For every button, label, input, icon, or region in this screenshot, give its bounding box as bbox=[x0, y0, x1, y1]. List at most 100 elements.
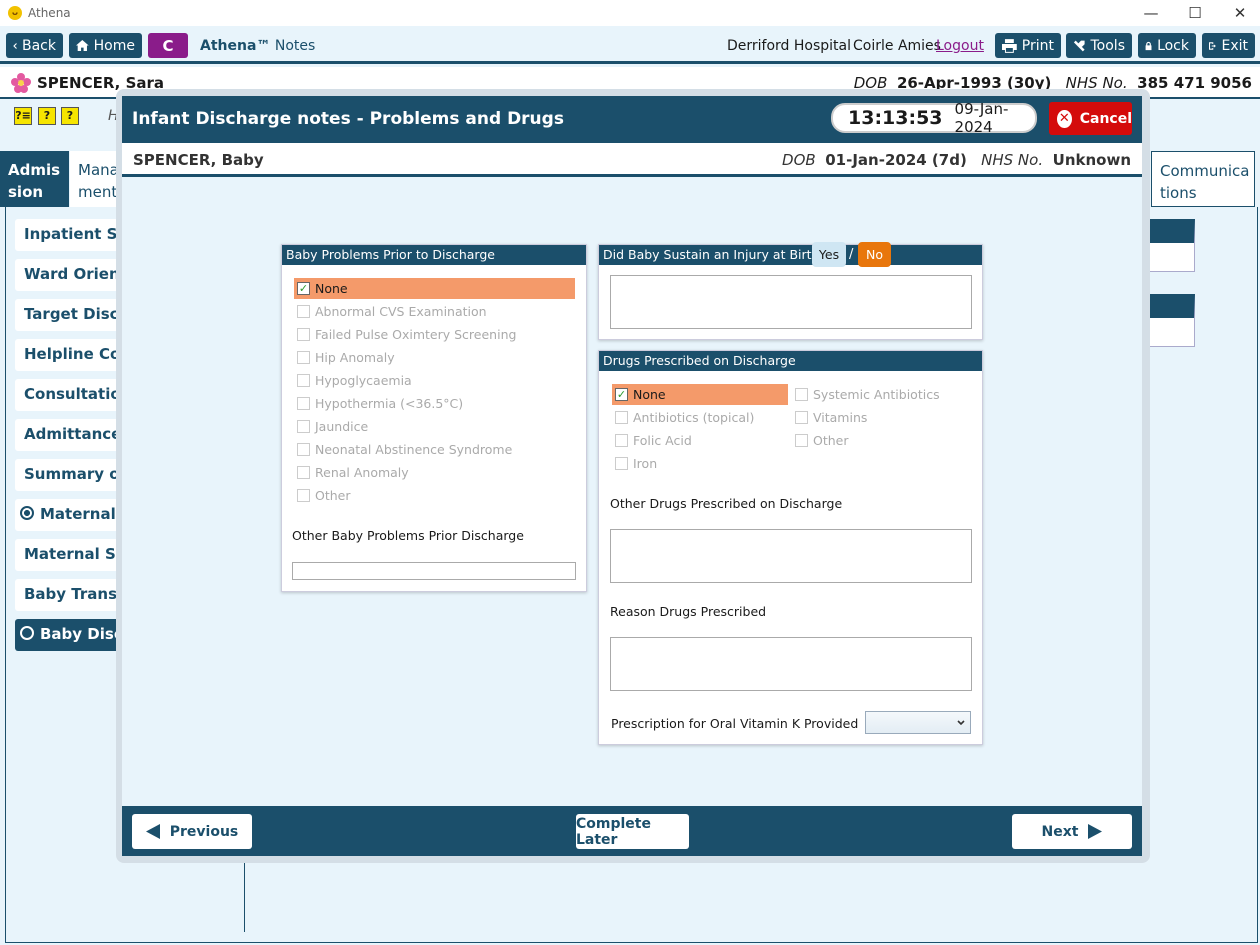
cancel-label: Cancel bbox=[1079, 110, 1132, 127]
checkbox-label: Vitamins bbox=[813, 410, 868, 425]
clock-date: 09-Jan-2024 bbox=[954, 100, 1009, 136]
checkbox-label: Antibiotics (topical) bbox=[633, 410, 755, 425]
drug-none-checkbox[interactable]: ✓ None bbox=[612, 384, 788, 405]
complete-later-button[interactable]: Complete Later bbox=[576, 814, 689, 849]
clock-time: 13:13:53 bbox=[848, 107, 943, 129]
checkbox-label: None bbox=[633, 387, 666, 402]
sidebar-item-label: Maternal Di bbox=[40, 505, 125, 523]
drugs-title: Drugs Prescribed on Discharge bbox=[599, 351, 982, 371]
checkbox-icon bbox=[297, 443, 310, 456]
tab-admission[interactable]: Admis sion bbox=[0, 151, 69, 207]
injury-yes-button[interactable]: Yes bbox=[812, 242, 846, 267]
injury-details-input[interactable] bbox=[610, 275, 972, 329]
modal-title: Infant Discharge notes - Problems and Dr… bbox=[132, 109, 564, 129]
sidebar-item-maternal-self[interactable]: Maternal Self bbox=[15, 539, 125, 571]
exit-label: Exit bbox=[1221, 37, 1248, 54]
tab-management[interactable]: Mana ment bbox=[70, 151, 120, 207]
main-toolbar: Back Home C Athena™ Notes Derriford Hosp… bbox=[0, 26, 1260, 64]
injury-separator: / bbox=[849, 247, 854, 262]
back-label: Back bbox=[22, 37, 56, 54]
baby-dob-nhs: DOB 01-Jan-2024 (7d) NHS No. Unknown bbox=[782, 151, 1131, 169]
problem-failed-pulse-ox-checkbox[interactable]: Failed Pulse Oximtery Screening bbox=[297, 327, 516, 342]
checkbox-label: Other bbox=[315, 488, 351, 503]
checkbox-checked-icon: ✓ bbox=[297, 282, 310, 295]
problem-hypothermia-checkbox[interactable]: Hypothermia (<36.5°C) bbox=[297, 396, 463, 411]
drug-folic-acid-checkbox[interactable]: Folic Acid bbox=[615, 433, 692, 448]
tools-icon bbox=[1073, 40, 1085, 51]
radio-empty-icon bbox=[20, 626, 34, 640]
arrow-left-icon bbox=[145, 824, 160, 839]
lock-button[interactable]: Lock bbox=[1138, 33, 1196, 58]
other-drugs-input[interactable] bbox=[610, 529, 972, 583]
checkbox-label: None bbox=[315, 281, 348, 296]
sidebar-item-baby-transfer[interactable]: Baby Transfer bbox=[15, 579, 125, 611]
checkbox-label: Failed Pulse Oximtery Screening bbox=[315, 327, 517, 342]
baby-problems-title: Baby Problems Prior to Discharge bbox=[282, 245, 586, 265]
checkbox-label: Abnormal CVS Examination bbox=[315, 304, 487, 319]
help-list-icon[interactable]: ?≡ bbox=[14, 107, 32, 125]
back-button[interactable]: Back bbox=[6, 33, 63, 58]
checkbox-icon bbox=[615, 411, 628, 424]
minimize-button[interactable]: — bbox=[1140, 3, 1162, 23]
drug-vitamins-checkbox[interactable]: Vitamins bbox=[795, 410, 867, 425]
checkbox-icon bbox=[615, 434, 628, 447]
other-problems-input[interactable] bbox=[292, 562, 576, 580]
checkbox-label: Iron bbox=[633, 456, 658, 471]
sidebar-item-consultation[interactable]: Consultation I bbox=[15, 379, 125, 411]
problem-none-checkbox[interactable]: ✓ None bbox=[294, 278, 575, 299]
checkbox-icon bbox=[297, 305, 310, 318]
checkbox-icon bbox=[795, 388, 808, 401]
tab-communications[interactable]: Communica tions bbox=[1151, 151, 1255, 207]
previous-button[interactable]: Previous bbox=[132, 814, 252, 849]
help-icon[interactable]: ? bbox=[38, 107, 56, 125]
logout-link[interactable]: Logout bbox=[936, 38, 984, 54]
sidebar-item-ward-orientation[interactable]: Ward Orientat bbox=[15, 259, 125, 291]
problem-other-checkbox[interactable]: Other bbox=[297, 488, 351, 503]
tools-button[interactable]: Tools bbox=[1066, 33, 1132, 58]
radio-checked-icon bbox=[20, 506, 34, 520]
problem-jaundice-checkbox[interactable]: Jaundice bbox=[297, 419, 368, 434]
exit-button[interactable]: Exit bbox=[1202, 33, 1255, 58]
checkbox-label: Hypothermia (<36.5°C) bbox=[315, 396, 464, 411]
sidebar-item-inpatient-stay[interactable]: Inpatient Stay bbox=[15, 219, 125, 251]
athena-logo-icon: ᴗ bbox=[8, 6, 22, 20]
problem-abnormal-cvs-checkbox[interactable]: Abnormal CVS Examination bbox=[297, 304, 487, 319]
injury-title: Did Baby Sustain an Injury at Birth bbox=[599, 245, 982, 265]
c-badge-button[interactable]: C bbox=[148, 33, 188, 58]
home-button[interactable]: Home bbox=[69, 33, 142, 58]
drug-iron-checkbox[interactable]: Iron bbox=[615, 456, 657, 471]
previous-label: Previous bbox=[169, 823, 239, 840]
sidebar-item-helpline-contact[interactable]: Helpline Cont bbox=[15, 339, 125, 371]
sidebar-item-summary[interactable]: Summary of P bbox=[15, 459, 125, 491]
app-name-brand: Athena™ bbox=[200, 38, 271, 54]
sidebar-item-baby-discharge[interactable]: Baby Discha bbox=[15, 619, 125, 651]
clock-display: 13:13:53 09-Jan-2024 bbox=[831, 100, 1037, 136]
problem-hypoglycaemia-checkbox[interactable]: Hypoglycaemia bbox=[297, 373, 412, 388]
print-button[interactable]: Print bbox=[995, 33, 1061, 58]
chevron-down-icon bbox=[957, 720, 965, 726]
reason-drugs-input[interactable] bbox=[610, 637, 972, 691]
drug-topical-antibiotics-checkbox[interactable]: Antibiotics (topical) bbox=[615, 410, 754, 425]
maximize-button[interactable]: ☐ bbox=[1184, 3, 1206, 23]
problem-nas-checkbox[interactable]: Neonatal Abstinence Syndrome bbox=[297, 442, 512, 457]
sidebar-item-target-discharge[interactable]: Target Dischar bbox=[15, 299, 125, 331]
lock-label: Lock bbox=[1157, 37, 1189, 54]
checkbox-label: Systemic Antibiotics bbox=[813, 387, 940, 402]
drug-systemic-antibiotics-checkbox[interactable]: Systemic Antibiotics bbox=[795, 387, 940, 402]
vitamin-k-select[interactable] bbox=[865, 711, 971, 734]
problem-hip-anomaly-checkbox[interactable]: Hip Anomaly bbox=[297, 350, 395, 365]
tools-label: Tools bbox=[1090, 37, 1126, 54]
sidebar-item-admittance[interactable]: Admittance N bbox=[15, 419, 125, 451]
baby-banner: SPENCER, Baby DOB 01-Jan-2024 (7d) NHS N… bbox=[122, 143, 1142, 177]
problem-renal-anomaly-checkbox[interactable]: Renal Anomaly bbox=[297, 465, 409, 480]
user-name: Coirle Amies bbox=[853, 38, 941, 54]
next-button[interactable]: Next bbox=[1012, 814, 1132, 849]
help-alt-icon[interactable]: ? bbox=[61, 107, 79, 125]
baby-dob-label: DOB bbox=[782, 151, 816, 169]
injury-no-button[interactable]: No bbox=[858, 242, 891, 267]
printer-icon bbox=[1002, 38, 1017, 53]
sidebar-item-maternal-discharge[interactable]: Maternal Di bbox=[15, 499, 125, 531]
close-window-button[interactable]: ✕ bbox=[1229, 3, 1251, 23]
drug-other-checkbox[interactable]: Other bbox=[795, 433, 849, 448]
cancel-button[interactable]: ✕ Cancel bbox=[1049, 102, 1132, 135]
